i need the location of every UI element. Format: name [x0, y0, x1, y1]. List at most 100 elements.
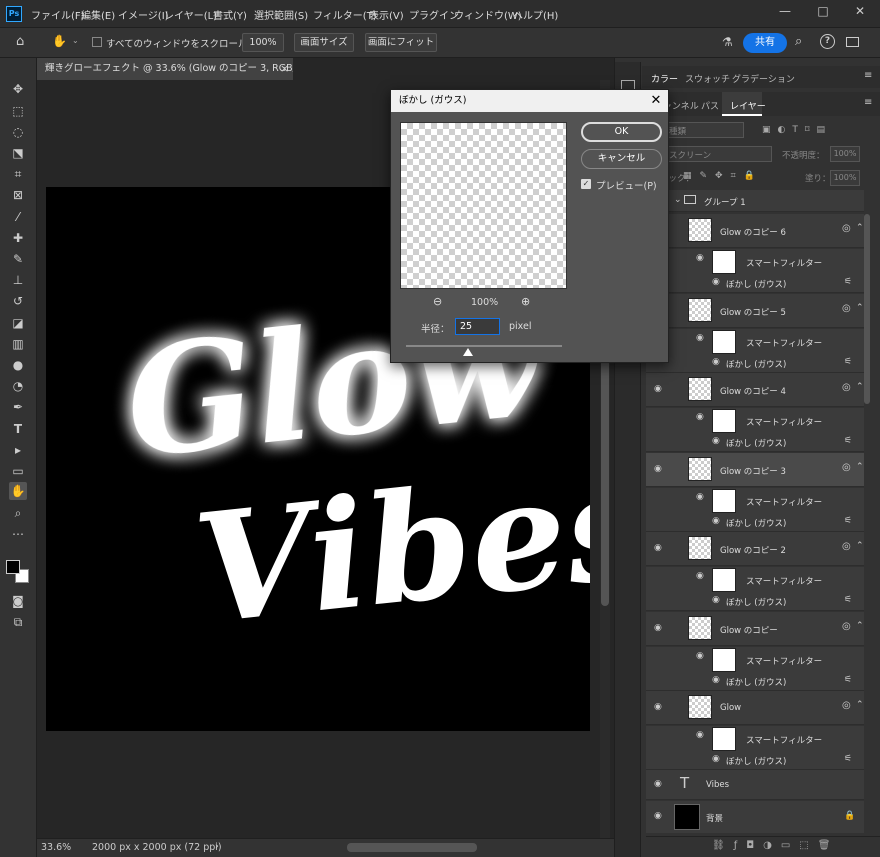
eye-icon[interactable]: ◉ [696, 492, 704, 502]
type-tool-icon[interactable]: T [9, 420, 27, 438]
tab-swatches[interactable]: スウォッチ [685, 72, 730, 85]
filter-options-icon[interactable]: ⚟ [844, 595, 852, 605]
blur-filter-label[interactable]: ぼかし (ガウス) [726, 596, 786, 608]
menu-file[interactable]: ファイル(F) [31, 7, 85, 22]
frame-tool-icon[interactable]: ⊠ [9, 186, 27, 204]
maximize-button[interactable]: □ [813, 4, 833, 22]
eye-icon[interactable]: ◉ [712, 595, 720, 605]
eye-icon[interactable]: ◉ [654, 543, 662, 553]
filter-options-icon[interactable]: ⚟ [844, 277, 852, 287]
filter-mask-thumbnail[interactable] [712, 488, 736, 513]
fill-screen-button[interactable]: 画面にフィット [365, 33, 437, 52]
collapse-icon[interactable]: ⌃ [856, 462, 864, 472]
eye-icon[interactable]: ◉ [712, 357, 720, 367]
blur-tool-icon[interactable]: ● [9, 356, 27, 374]
document-tab[interactable]: 輝きグローエフェクト @ 33.6% (Glow のコピー 3, RGB/16#… [37, 58, 293, 80]
healing-brush-tool-icon[interactable]: ✚ [9, 229, 27, 247]
menu-edit[interactable]: 編集(E) [81, 7, 115, 22]
fill-input[interactable]: 100% [830, 170, 860, 186]
help-icon[interactable]: ? [820, 34, 835, 49]
scroll-all-checkbox[interactable] [92, 37, 102, 47]
zoom-status[interactable]: 33.6% [41, 842, 71, 853]
layers-scrollbar-thumb[interactable] [864, 214, 870, 404]
filter-mask-thumbnail[interactable] [712, 250, 736, 274]
rectangle-tool-icon[interactable]: ▭ [9, 462, 27, 480]
eye-icon[interactable]: ◉ [696, 333, 704, 343]
lasso-tool-icon[interactable]: ◌ [9, 123, 27, 141]
cancel-button[interactable]: キャンセル [581, 149, 662, 169]
filter-mask-thumbnail[interactable] [712, 329, 736, 354]
gradient-tool-icon[interactable]: ▥ [9, 335, 27, 353]
blur-filter-label[interactable]: ぼかし (ガウス) [726, 278, 786, 290]
eye-icon[interactable]: ◉ [696, 730, 704, 740]
collapse-icon[interactable]: ⌃ [856, 541, 864, 551]
zoom-tool-icon[interactable]: ⌕ [9, 504, 27, 522]
eye-icon[interactable]: ◉ [712, 754, 720, 764]
lock-icons[interactable]: ▦✎✥⌗🔒 [683, 171, 763, 181]
blur-filter-label[interactable]: ぼかし (ガウス) [726, 517, 786, 529]
layer-row[interactable]: Glow のコピー 5 ◎ ⌃ [646, 293, 864, 328]
panel-menu-icon[interactable]: ≡ [864, 70, 872, 81]
blur-filter-label[interactable]: ぼかし (ガウス) [726, 755, 786, 767]
eye-icon[interactable]: ◉ [654, 384, 662, 394]
minimize-button[interactable]: — [775, 4, 795, 22]
layer-row[interactable]: ◉ Glow のコピー ◎ ⌃ [646, 611, 864, 646]
group-expand-icon[interactable]: ⌄ [674, 195, 682, 205]
blur-filter-label[interactable]: ぼかし (ガウス) [726, 358, 786, 370]
eye-icon[interactable]: ◉ [654, 464, 662, 474]
eye-icon[interactable]: ◉ [654, 779, 662, 789]
object-select-tool-icon[interactable]: ⬔ [9, 144, 27, 162]
marquee-tool-icon[interactable]: ⬚ [9, 102, 27, 120]
eye-icon[interactable]: ◉ [712, 277, 720, 287]
eye-icon[interactable]: ◉ [654, 623, 662, 633]
dodge-tool-icon[interactable]: ◔ [9, 377, 27, 395]
filter-options-icon[interactable]: ⚟ [844, 357, 852, 367]
filter-mask-thumbnail[interactable] [712, 647, 736, 672]
layer-row[interactable]: ◉ Glow のコピー 3 ◎ ⌃ [646, 452, 864, 487]
filter-mask-thumbnail[interactable] [712, 409, 736, 433]
eye-icon[interactable]: ◉ [696, 253, 704, 263]
eye-icon[interactable]: ◉ [654, 811, 662, 821]
preview-checkbox[interactable]: ✓ [581, 179, 591, 189]
tab-layers[interactable]: レイヤー [722, 92, 766, 116]
zoom-100-button[interactable]: 100% [242, 33, 284, 52]
crop-tool-icon[interactable]: ⌗ [9, 165, 27, 183]
layers-menu-icon[interactable]: ≡ [864, 97, 872, 108]
home-icon[interactable]: ⌂ [16, 34, 32, 50]
filter-mask-thumbnail[interactable] [712, 568, 736, 592]
layer-row[interactable]: Glow のコピー 6 ◎ ⌃ [646, 214, 864, 248]
zoom-in-icon[interactable]: ⊕ [521, 295, 530, 308]
layer-kind-filter[interactable]: 種類 [660, 122, 744, 138]
eye-icon[interactable]: ◉ [696, 412, 704, 422]
workspace-icon[interactable] [846, 37, 859, 47]
radius-slider-thumb[interactable] [463, 348, 474, 356]
menu-image[interactable]: イメージ(I) [118, 7, 169, 22]
filter-mask-thumbnail[interactable] [712, 727, 736, 751]
foreground-color-swatch[interactable] [6, 560, 20, 574]
brush-tool-icon[interactable]: ✎ [9, 250, 27, 268]
quick-mask-icon[interactable]: ◙ [9, 592, 27, 610]
blur-preview[interactable] [400, 122, 567, 289]
blur-filter-label[interactable]: ぼかし (ガウス) [726, 676, 786, 688]
tab-paths[interactable]: パス [701, 99, 719, 112]
tab-color[interactable]: カラー [651, 72, 678, 85]
vibes-layer-row[interactable]: ◉ T Vibes [646, 770, 864, 800]
menu-plugins[interactable]: プラグイン [409, 7, 459, 22]
hand-tool-icon[interactable]: ✋ [52, 34, 68, 50]
radius-slider-track[interactable] [406, 345, 562, 347]
search-icon[interactable]: ⌕ [795, 34, 802, 49]
blur-filter-label[interactable]: ぼかし (ガウス) [726, 437, 786, 449]
fit-screen-button[interactable]: 画面サイズ [294, 33, 354, 52]
collapse-icon[interactable]: ⌃ [856, 700, 864, 710]
ok-button[interactable]: OK [581, 122, 662, 142]
blend-mode-select[interactable]: スクリーン [660, 146, 772, 162]
eyedropper-tool-icon[interactable]: ⁄ [9, 208, 27, 226]
collapse-icon[interactable]: ⌃ [856, 621, 864, 631]
collapse-icon[interactable]: ⌃ [856, 223, 864, 233]
radius-input[interactable] [455, 318, 500, 335]
eye-icon[interactable]: ◉ [712, 675, 720, 685]
menu-layer[interactable]: レイヤー(L) [164, 7, 217, 22]
pen-tool-icon[interactable]: ✒ [9, 398, 27, 416]
eye-icon[interactable]: ◉ [696, 651, 704, 661]
more-tools-icon[interactable]: ⋯ [9, 525, 27, 543]
